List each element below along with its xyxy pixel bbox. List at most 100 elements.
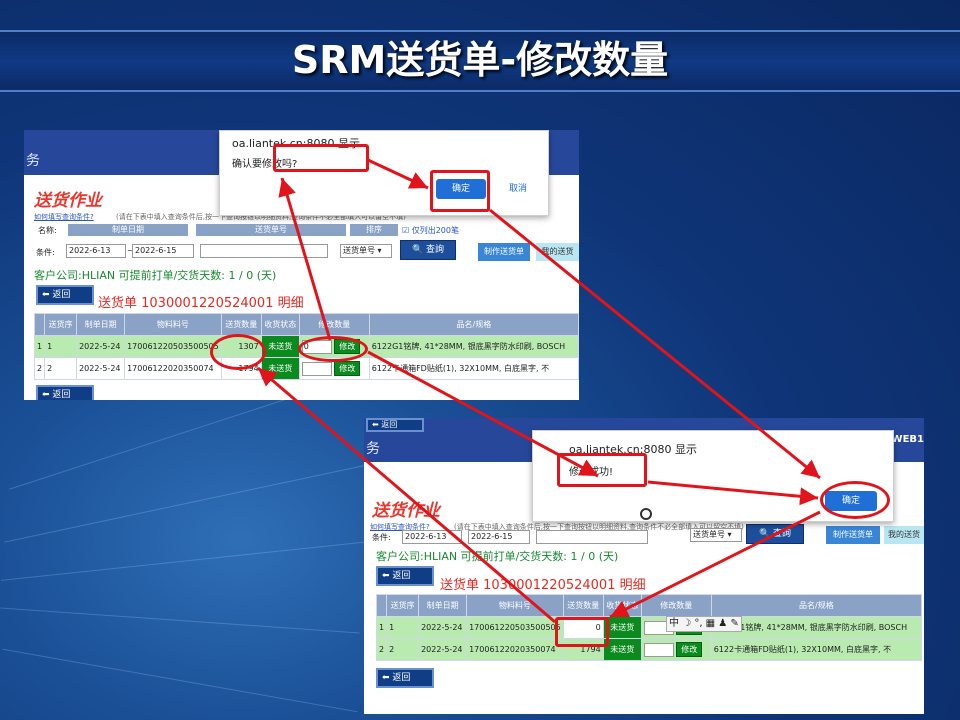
dialog-cancel-button[interactable]: 取消 — [496, 179, 540, 199]
date-from-input[interactable]: 2022-6-13 — [66, 244, 126, 258]
ime-toolbar-text: 中 ☽ °, ▦ ♟ ✎ — [669, 618, 739, 629]
my-shipments-button[interactable]: 我的送货 — [884, 526, 924, 544]
back-button[interactable]: ⬅ 返回 — [376, 566, 434, 586]
row-spec: 6122G1铭牌, 41*28MM, 银底黑字防水印刷, BOSCH — [368, 335, 579, 358]
annotation-box-confirm — [430, 170, 490, 212]
ime-toolbar[interactable]: 中 ☽ °, ▦ ♟ ✎ — [666, 616, 742, 632]
slide: SRM送货单-修改数量 务 送货作业 如何填写查询条件? (请在下表中填入查询条… — [0, 0, 960, 720]
table-header: 送货数量 — [562, 594, 604, 617]
table-header: 送货序 — [386, 594, 420, 617]
edit-qty-input[interactable] — [643, 642, 674, 657]
row-seq: 1 — [386, 616, 420, 639]
row-spec: 6122卡通箱FD贴纸(1), 32X10MM, 白底黑字, 不 — [368, 357, 579, 380]
table-header: 品名/规格 — [368, 313, 579, 336]
query-button[interactable]: 🔍 查詢 — [400, 240, 456, 260]
ship-no-input[interactable] — [536, 530, 648, 544]
row-seq: 2 — [386, 638, 420, 661]
annotation-box-new-qty — [555, 617, 609, 647]
help-link[interactable]: 如何填写查询条件? — [34, 212, 94, 222]
row-index: 2 — [33, 357, 46, 380]
row-seq: 2 — [44, 357, 78, 380]
row-date: 2022-5-24 — [76, 357, 126, 380]
date-to-input[interactable]: 2022-6-15 — [132, 244, 194, 258]
sort-select[interactable]: 送货单号 ▾ — [690, 528, 742, 542]
table-header: 物料料号 — [466, 594, 564, 617]
edit-qty-button[interactable]: 修改 — [334, 361, 361, 376]
decor-line — [0, 607, 360, 634]
order-title: 送货单 1030001220524001 明细 — [98, 296, 304, 311]
col-date-header: 制单日期 — [68, 224, 188, 236]
table-header: 制单日期 — [418, 594, 468, 617]
back-button-top[interactable]: ⬅ 返回 — [366, 418, 424, 432]
annotation-oval-ok — [820, 481, 890, 519]
name-label: 名称: — [38, 226, 57, 235]
table-row: 2 2 2022-5-24 17006122020350074 1794 未送货… — [33, 357, 579, 380]
annotation-oval-qty — [210, 334, 266, 370]
cond-label: 条件: — [372, 533, 391, 542]
query-button[interactable]: 🔍 查詢 — [746, 524, 804, 544]
table-header — [33, 313, 46, 336]
sort-select[interactable]: 送货单号 ▾ — [340, 244, 392, 258]
table-row: 1 1 2022-5-24 170061220503500505 0 未送货 修… — [375, 616, 923, 639]
annotation-box-message — [273, 144, 369, 172]
row-part: 17006122020350074 — [466, 638, 564, 661]
col-sort-header: 排序 — [350, 224, 398, 236]
confirm-dialog: oa.liantek.cn:8080 显示 确认要修改吗? 确定 取消 — [219, 130, 549, 216]
client-line: 客户公司:HLIAN 可提前打单/交货天数: 1 / 0 (天) — [34, 269, 277, 282]
row-spec: 6122卡通箱FD贴纸(1), 32X10MM, 白底黑字, 不 — [710, 638, 923, 661]
row-index: 1 — [375, 616, 388, 639]
query-button-label: 查詢 — [426, 245, 445, 255]
table-header: 品名/规格 — [710, 594, 923, 617]
web-tag: WEB1 — [891, 434, 924, 445]
row-status: 未送货 — [260, 335, 300, 358]
table-header: 收货状态 — [602, 594, 642, 617]
row-date: 2022-5-24 — [418, 616, 468, 639]
only200-label: 仅列出200笔 — [411, 226, 459, 235]
table-header: 修改数量 — [640, 594, 712, 617]
annotation-box-success — [557, 453, 647, 487]
row-index: 1 — [33, 335, 46, 358]
table-header — [375, 594, 388, 617]
cursor-icon — [640, 508, 652, 520]
decor-line — [0, 540, 380, 581]
only200-checkbox[interactable]: ☑ 仅列出200笔 — [402, 225, 459, 236]
edit-qty-input[interactable] — [301, 361, 332, 376]
make-shipment-button[interactable]: 制作送货单 — [478, 243, 530, 261]
date-to-input[interactable]: 2022-6-15 — [468, 530, 530, 544]
row-seq: 1 — [44, 335, 78, 358]
back-button-bottom[interactable]: ⬅ 返回 — [376, 668, 434, 688]
edit-qty-button[interactable]: 修改 — [676, 642, 703, 657]
table-row: 2 2 2022-5-24 17006122020350074 1794 未送货… — [375, 638, 923, 661]
back-button-bottom[interactable]: ⬅ 返回 — [36, 385, 94, 400]
date-from-input[interactable]: 2022-6-13 — [402, 530, 462, 544]
row-part: 17006122020350074 — [124, 357, 222, 380]
back-button-label: 返回 — [52, 390, 71, 400]
table-header: 送货数量 — [220, 313, 262, 336]
row-part: 170061220503500505 — [466, 616, 564, 639]
row-index: 2 — [375, 638, 388, 661]
back-button-label: 返回 — [392, 571, 411, 581]
cond-label: 条件: — [36, 248, 55, 257]
table-header: 物料料号 — [124, 313, 222, 336]
table-header: 送货序 — [44, 313, 78, 336]
decor-line — [2, 648, 358, 713]
order-title: 送货单 1030001220524001 明细 — [440, 578, 646, 593]
my-shipments-button[interactable]: 我的送货 — [536, 243, 579, 261]
row-spec: 6122G1铭牌, 41*28MM, 银底黑字防水印刷, BOSCH — [710, 616, 923, 639]
header-chrome-text: 务 — [26, 153, 40, 169]
table-header: 修改数量 — [298, 313, 370, 336]
back-button[interactable]: ⬅ 返回 — [36, 285, 94, 305]
section-title: 送货作业 — [372, 501, 440, 521]
row-part: 170061220503500505 — [124, 335, 222, 358]
row-status: 未送货 — [260, 357, 300, 380]
make-shipment-button[interactable]: 制作送货单 — [826, 526, 880, 544]
back-button-label: 返回 — [52, 290, 71, 300]
sort-select-value: 送货单号 — [343, 246, 375, 255]
slide-title: SRM送货单-修改数量 — [291, 38, 669, 82]
query-button-label: 查詢 — [773, 529, 792, 539]
header-chrome-text: 务 — [366, 441, 380, 457]
client-line: 客户公司:HLIAN 可提前打单/交货天数: 1 / 0 (天) — [376, 550, 619, 563]
ship-no-input[interactable] — [200, 244, 328, 258]
table-header: 收货状态 — [260, 313, 300, 336]
col-ship-header: 送货单号 — [196, 224, 346, 236]
